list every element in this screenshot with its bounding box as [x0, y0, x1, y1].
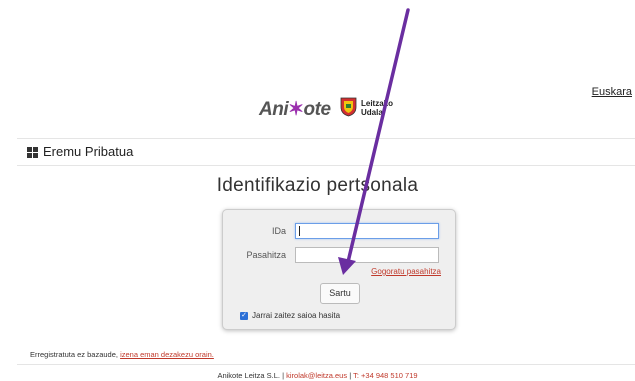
leitzako-text: Leitzako	[361, 99, 394, 108]
submit-button[interactable]: Sartu	[320, 283, 360, 304]
keep-logged-in-checkbox[interactable]: ✓	[240, 312, 248, 320]
footer-separator: |	[282, 371, 285, 380]
password-label: Pasahitza	[246, 250, 286, 260]
anikote-logo-text-left: Ani	[259, 99, 289, 120]
anikote-logo[interactable]: Ani✶ote	[259, 98, 331, 121]
footer-company: Anikote Leitza S.L.	[217, 371, 280, 380]
udala-text: Udala	[361, 108, 383, 117]
footer-divider	[17, 364, 635, 365]
section-title: Eremu Pribatua	[43, 144, 134, 159]
footer-email-link[interactable]: kirolak@leitza.eus	[286, 371, 347, 380]
leitzako-udala-logo[interactable]: Leitzako Udala	[361, 99, 393, 117]
id-input[interactable]	[295, 223, 439, 239]
header-logos: Ani✶ote Leitzako Udala	[0, 96, 635, 122]
keep-logged-in-label[interactable]: Jarrai zaitez saioa hasita	[252, 311, 340, 320]
forgot-password-link[interactable]: Gogoratu pasahitza	[371, 267, 441, 276]
text-caret	[299, 226, 300, 236]
footer-separator: |	[349, 371, 352, 380]
footer: Anikote Leitza S.L. | kirolak@leitza.eus…	[0, 371, 635, 380]
footer-phone: T: +34 948 510 719	[353, 371, 418, 380]
id-label: IDa	[271, 226, 286, 236]
section-header: Eremu Pribatua	[17, 138, 635, 166]
register-prompt: Erregistratuta ez bazaude, izena eman de…	[30, 350, 214, 359]
page-title: Identifikazio pertsonala	[216, 175, 419, 196]
anikote-logo-text-right: ote	[303, 99, 332, 120]
register-text: Erregistratuta ez bazaude,	[30, 350, 118, 359]
anikote-star-icon: ✶	[288, 99, 304, 120]
register-link[interactable]: izena eman dezakezu orain.	[120, 350, 214, 359]
password-input[interactable]	[295, 247, 439, 263]
leitza-shield-icon	[340, 97, 357, 117]
grid-icon	[27, 147, 38, 158]
login-form: IDa Pasahitza Gogoratu pasahitza Sartu ✓…	[222, 209, 456, 330]
